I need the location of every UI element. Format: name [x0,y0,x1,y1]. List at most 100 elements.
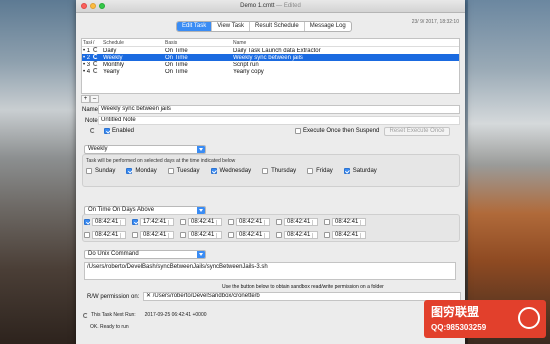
schedule-description: Task will be performed on selected days … [86,158,236,164]
time-slot[interactable]: 08:42:41 [228,218,270,226]
time-field[interactable]: 08:42:41 [92,218,126,226]
command-popup-value: Do Unix Command [88,251,139,257]
time-field[interactable]: 08:42:41 [284,218,318,226]
time-slot[interactable]: 08:42:41 [84,231,126,239]
time-slot[interactable]: 08:42:41 [276,231,318,239]
time-checkbox[interactable] [84,219,90,225]
time-slot[interactable]: 08:42:41 [84,218,126,226]
time-field[interactable]: 08:42:41 [188,231,222,239]
time-checkbox[interactable] [84,232,90,238]
row-basis: On Time [165,47,188,54]
enabled-checkbox[interactable]: Enabled [104,128,134,134]
command-path-field[interactable]: /Users/roberto/DevelBash/syncBetweenJail… [84,262,456,280]
time-checkbox[interactable] [132,232,138,238]
time-slot[interactable]: 08:42:41 [180,218,222,226]
col-basis[interactable]: Basis [164,40,232,46]
day-wednesday[interactable]: Wednesday [210,168,251,174]
tab-result-schedule[interactable]: Result Schedule [250,22,305,31]
row-sync-icon [92,61,102,67]
row-schedule: Weekly [103,54,123,61]
row-sync-icon [92,54,102,60]
day-sunday[interactable]: Sunday [86,168,115,174]
tab-message-log[interactable]: Message Log [305,22,351,31]
col-task[interactable]: Task [82,40,92,46]
time-checkbox[interactable] [324,232,330,238]
row-basis: On Time [165,61,188,68]
day-saturday[interactable]: Saturday [343,168,377,174]
time-slot[interactable]: 08:42:41 [276,218,318,226]
reset-execute-once-button[interactable]: Reset Execute Once [384,127,450,136]
rw-permission-field[interactable]: ✕ /Users/roberto/DevelSandbox/cronette/b [143,292,461,301]
day-tuesday[interactable]: Tuesday [167,168,200,174]
refresh-icon[interactable] [90,128,95,134]
time-field[interactable]: 08:42:41 [140,231,174,239]
remove-task-button[interactable]: – [90,95,99,103]
execute-once-checkbox[interactable]: Execute Once then Suspend [295,128,379,134]
command-popup[interactable]: Do Unix Command [84,250,206,259]
row-task: • 3 [83,61,91,68]
tab-view-task[interactable]: View Task [212,22,251,31]
add-task-button[interactable]: + [81,95,90,103]
window-title: Demo 1.crntt — Edited [76,3,465,9]
day-checkbox [343,168,350,174]
day-checkbox [262,168,269,174]
time-slot[interactable]: 17:42:41 [132,218,174,226]
schedule-popup[interactable]: Weekly [84,145,206,154]
time-field[interactable]: 08:42:41 [284,231,318,239]
day-checkbox [307,168,314,174]
table-row-selected[interactable]: • 2 Weekly On Time Weekly sync between j… [82,54,459,61]
row-sync-icon [92,68,102,74]
row-name: Daily Task Launch data Extractor [233,47,321,54]
permission-hint: Use the button below to obtain sandbox r… [222,284,384,290]
time-slot[interactable]: 08:42:41 [132,231,174,239]
day-monday[interactable]: Monday [126,168,157,174]
refresh-icon [93,54,98,60]
time-slot[interactable]: 08:42:41 [180,231,222,239]
time-checkbox[interactable] [324,219,330,225]
time-slot[interactable]: 08:42:41 [324,218,366,226]
col-schedule[interactable]: Schedule [102,40,164,46]
time-field[interactable]: 17:42:41 [140,218,174,226]
row-task: • 4 [83,68,91,75]
day-label: Friday [316,168,333,174]
day-thursday[interactable]: Thursday [262,168,296,174]
time-checkbox[interactable] [276,232,282,238]
row-basis: On Time [165,68,188,75]
note-field[interactable]: Untitled Note [98,116,460,125]
time-field[interactable]: 08:42:41 [236,231,270,239]
row-task: • 1 [83,47,91,54]
execute-once-check-mark [295,128,301,134]
toolbar: Edit Task View Task Result Schedule Mess… [76,13,465,35]
table-row[interactable]: • 3 Monthly On Time Script run [82,61,459,68]
time-checkbox[interactable] [228,219,234,225]
table-row[interactable]: • 1 Daily On Time Daily Task Launch data… [82,47,459,54]
time-checkbox[interactable] [132,219,138,225]
watermark-title: 图穷联盟 [431,305,480,319]
time-slot[interactable]: 08:42:41 [228,231,270,239]
time-slot[interactable]: 08:42:41 [324,231,366,239]
name-field[interactable]: Weekly sync between jails [98,105,460,114]
tab-edit-task[interactable]: Edit Task [177,22,213,31]
row-task: • 2 [83,54,91,61]
time-field[interactable]: 08:42:41 [188,218,222,226]
chevron-down-icon [197,207,205,214]
edited-indicator: — Edited [276,3,301,9]
clear-icon[interactable]: ✕ [146,293,153,299]
col-name[interactable]: Name [232,40,459,46]
day-checkbox [210,168,217,174]
time-checkbox[interactable] [228,232,234,238]
time-checkbox[interactable] [276,219,282,225]
col-enabled[interactable]: / [92,40,102,46]
time-checkbox[interactable] [180,232,186,238]
day-friday[interactable]: Friday [307,168,333,174]
time-field[interactable]: 08:42:41 [332,218,366,226]
table-row[interactable]: • 4 Yearly On Time Yearly copy [82,68,459,75]
table-header: Task / Schedule Basis Name [82,39,459,47]
time-checkbox[interactable] [180,219,186,225]
time-field[interactable]: 08:42:41 [92,231,126,239]
time-field[interactable]: 08:42:41 [332,231,366,239]
time-field[interactable]: 08:42:41 [236,218,270,226]
chevron-down-icon [197,146,205,153]
refresh-icon [93,68,98,74]
row-name: Script run [233,61,259,68]
